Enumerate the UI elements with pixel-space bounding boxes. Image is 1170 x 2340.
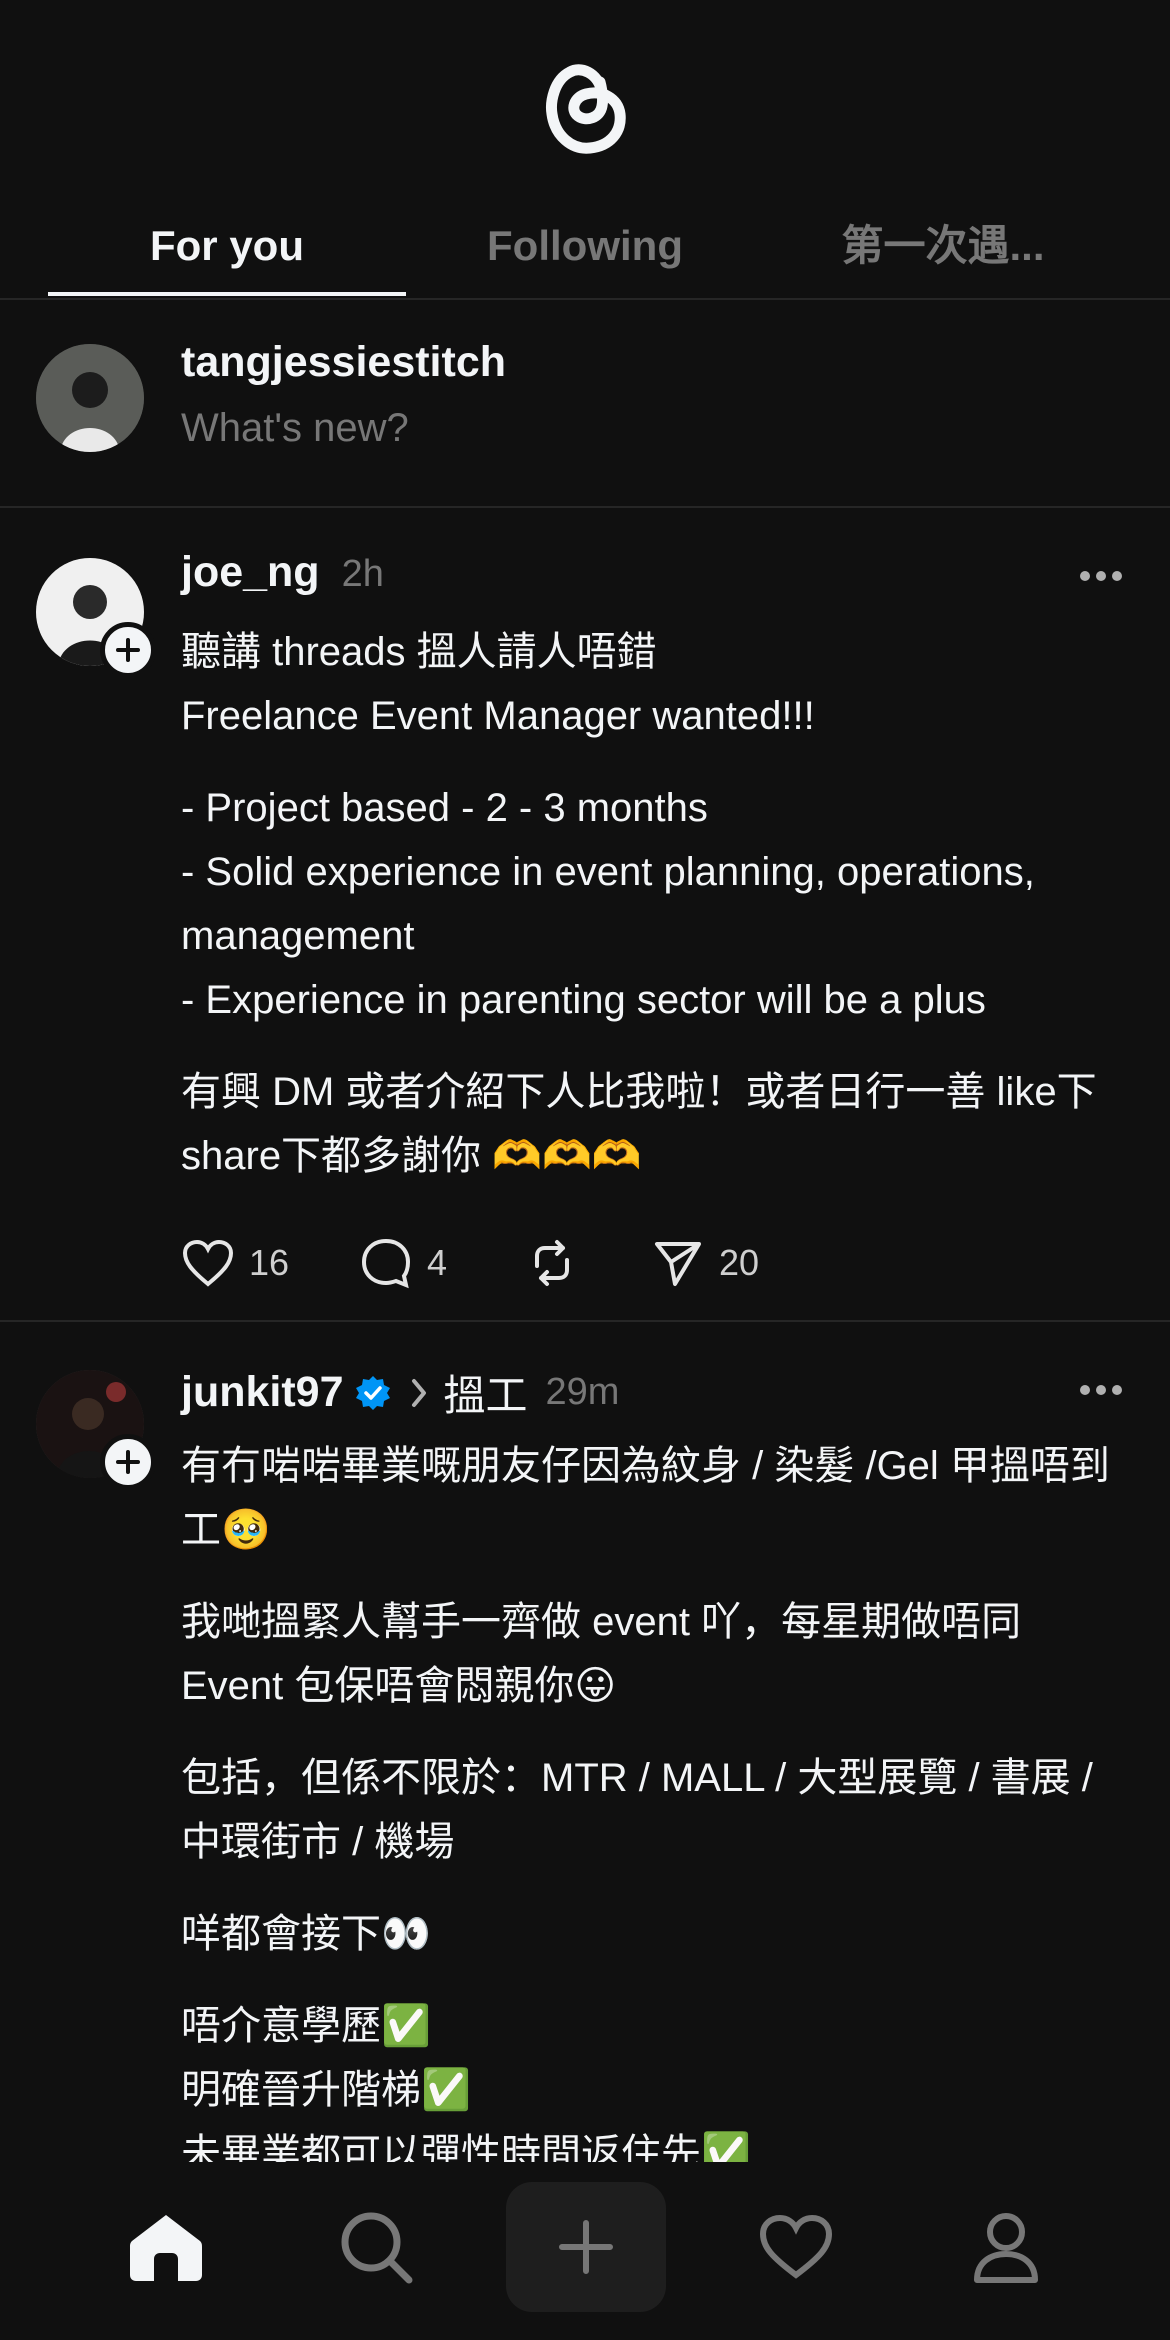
nav-compose[interactable] (506, 2182, 666, 2312)
post-paragraph: 唔介意學歷✅ 明確晉升階梯✅ 未畢業都可以彈性時間返住先✅ (181, 2004, 751, 2162)
feed-tabs: For you Following 第一次遇... (0, 200, 1170, 296)
post-username[interactable]: junkit97 (181, 1368, 344, 1417)
follow-plus-icon[interactable] (100, 622, 156, 678)
active-tab-indicator (48, 292, 406, 296)
profile-icon (974, 2213, 1038, 2283)
reply-count: 4 (427, 1242, 448, 1283)
new-thread-composer[interactable]: tangjessiestitch What's new? (0, 300, 1170, 508)
reply-button[interactable]: 4 (359, 1228, 447, 1298)
nav-search[interactable] (296, 2182, 456, 2312)
nav-home[interactable] (86, 2182, 246, 2312)
post-paragraph: 咩都會接下👀 (181, 1912, 431, 1956)
nav-activity[interactable] (716, 2182, 876, 2312)
activity-heart-icon (759, 2214, 833, 2279)
composer-username: tangjessiestitch (181, 338, 506, 386)
post-paragraph: 有冇啱啱畢業嘅朋友仔因為紋身 / 染髮 /Gel 甲搵唔到工🥹 (181, 1444, 1110, 1552)
post-topic-tag[interactable]: 搵工 (444, 1362, 528, 1423)
send-icon (655, 1242, 701, 1286)
repost-icon (535, 1240, 569, 1286)
tab-custom-feed[interactable]: 第一次遇... (764, 200, 1122, 296)
like-button[interactable]: 16 (181, 1228, 289, 1298)
thread-post[interactable]: joe_ng 2h 聽講 threads 搵人請人唔錯 Freelance Ev… (0, 508, 1170, 1322)
post-paragraph: - Project based - 2 - 3 months - Solid e… (181, 786, 1035, 1022)
threads-logo-icon[interactable] (540, 52, 630, 162)
tab-for-you[interactable]: For you (48, 200, 406, 296)
tab-following[interactable]: Following (406, 200, 764, 296)
top-header: For you Following 第一次遇... (0, 0, 1170, 300)
bottom-navigation (0, 2162, 1170, 2340)
post-timestamp: 29m (545, 1371, 620, 1413)
share-count: 20 (719, 1242, 760, 1283)
post-paragraph: 包括，但係不限於：MTR / MALL / 大型展覽 / 書展 / 中環街市 /… (181, 1756, 1093, 1864)
comment-icon (361, 1238, 411, 1289)
post-paragraph: 聽講 threads 搵人請人唔錯 Freelance Event Manage… (181, 630, 815, 738)
verified-badge-icon (355, 1375, 390, 1410)
compose-plus-icon (559, 2220, 613, 2274)
nav-profile[interactable] (926, 2182, 1086, 2312)
more-options-icon[interactable] (1078, 568, 1124, 584)
repost-button[interactable] (525, 1228, 593, 1298)
chevron-right-icon (411, 1378, 426, 1407)
post-body: 聽講 threads 搵人請人唔錯 Freelance Event Manage… (181, 620, 1131, 1216)
post-timestamp: 2h (341, 553, 384, 595)
thread-post[interactable]: junkit97 搵工 29m 有冇啱啱畢業嘅朋友仔因為紋身 / 染髮 /Gel… (0, 1322, 1170, 2162)
like-count: 16 (249, 1242, 290, 1283)
search-icon (341, 2212, 413, 2284)
heart-icon (182, 1239, 234, 1287)
post-actions: 16 4 20 (181, 1228, 881, 1298)
composer-placeholder[interactable]: What's new? (181, 406, 409, 451)
post-username[interactable]: joe_ng (181, 548, 320, 597)
own-avatar[interactable] (36, 344, 144, 452)
share-button[interactable]: 20 (651, 1228, 759, 1298)
more-options-icon[interactable] (1078, 1382, 1124, 1398)
post-body: 有冇啱啱畢業嘅朋友仔因為紋身 / 染髮 /Gel 甲搵唔到工🥹 我哋搵緊人幫手一… (181, 1434, 1131, 2162)
home-icon (130, 2215, 202, 2281)
post-paragraph: 有興 DM 或者介紹下人比我啦！或者日行一善 like下 share下都多謝你 … (181, 1070, 1097, 1178)
follow-plus-icon[interactable] (100, 1434, 156, 1490)
post-paragraph: 我哋搵緊人幫手一齊做 event 吖，每星期做唔同 Event 包保唔會悶親你😛 (181, 1600, 1022, 1708)
